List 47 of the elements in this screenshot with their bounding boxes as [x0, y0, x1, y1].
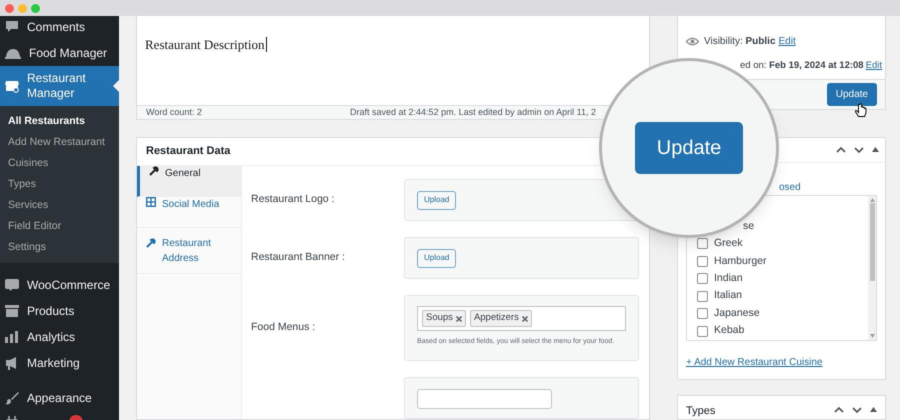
word-count: Word count: 2: [146, 106, 202, 118]
tag-chip[interactable]: Appetizers: [470, 310, 532, 327]
menu-item[interactable]: Food Manager: [0, 40, 119, 66]
published-date-text: ed on: Feb 19, 2024 at 12:08: [740, 58, 864, 73]
cuisine-label: Hamburger: [714, 254, 767, 269]
field-label: Restaurant Logo :: [251, 192, 336, 208]
update-button[interactable]: Update: [635, 122, 743, 174]
tag-chip[interactable]: Soups: [422, 310, 466, 327]
cuisine-label: Kebab: [714, 323, 744, 338]
submenu-item[interactable]: All Restaurants: [0, 111, 119, 132]
upload-button[interactable]: Upload: [417, 190, 456, 210]
editor-area[interactable]: Restaurant Description: [136, 16, 650, 104]
cuisine-label: se: [743, 218, 754, 234]
panel-tab[interactable]: Restaurant Address: [137, 228, 241, 274]
submenu-item[interactable]: Field Editor: [0, 216, 119, 237]
box-title: Types: [686, 404, 716, 418]
upload-button[interactable]: Upload: [417, 248, 456, 268]
add-cuisine-link[interactable]: + Add New Restaurant Cuisine: [686, 356, 822, 368]
tags-input[interactable]: Soups Appetizers: [417, 306, 626, 331]
menu-item[interactable]: Products: [0, 298, 119, 324]
panel-tab[interactable]: Social Media: [137, 197, 241, 228]
menu-item[interactable]: Marketing: [0, 350, 119, 376]
cuisine-label: Greek: [714, 236, 743, 252]
edit-link[interactable]: Edit: [866, 58, 882, 74]
cuisine-label: Italian: [714, 288, 742, 304]
edit-link[interactable]: Edit: [778, 34, 796, 48]
field-label: Food Menus :: [251, 320, 316, 336]
panel-title: Restaurant Data: [146, 144, 230, 160]
menu-item[interactable]: Restaurant Manager: [0, 66, 119, 106]
most-used-tab-link[interactable]: osed: [779, 182, 801, 193]
cuisine-label: Indian: [714, 270, 743, 286]
submenu-item[interactable]: Services: [0, 195, 119, 216]
menu-item[interactable]: Analytics: [0, 324, 119, 350]
field-label: Restaurant Banner :: [251, 250, 346, 266]
menu-item[interactable]: Appearance: [0, 385, 119, 411]
submenu-item[interactable]: Types: [0, 174, 119, 195]
menu-item[interactable]: Comments: [0, 16, 119, 40]
submenu-item[interactable]: Settings: [0, 237, 119, 258]
editor-text: Restaurant Description: [145, 37, 266, 52]
draft-status: Draft saved at 2:44:52 pm. Last edited by admin on April 11, 2: [350, 106, 596, 119]
submenu-item[interactable]: Cuisines: [0, 153, 119, 174]
cuisine-label: Japanese: [714, 306, 760, 321]
update-button[interactable]: Update: [826, 82, 877, 106]
visibility-text: Visibility: Public: [704, 34, 776, 48]
panel-tab[interactable]: General: [137, 166, 241, 197]
submenu-item[interactable]: Add New Restaurant: [0, 132, 119, 153]
menu-item[interactable]: WooCommerce: [0, 272, 119, 298]
